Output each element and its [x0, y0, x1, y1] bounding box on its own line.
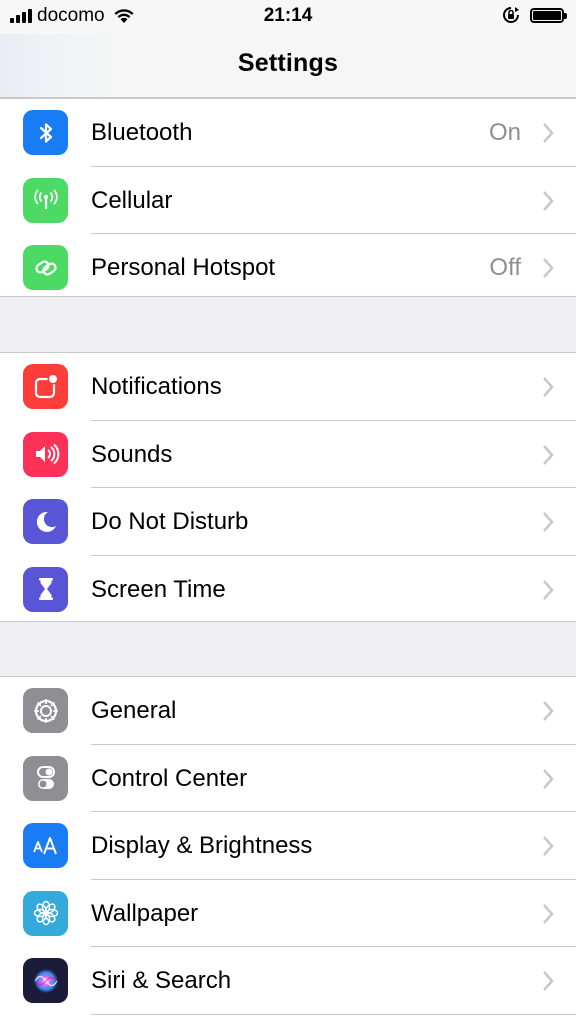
- settings-row-personal-hotspot[interactable]: Personal Hotspot Off: [0, 234, 576, 302]
- settings-group-connectivity: Bluetooth On Cellular Personal Hotspot O…: [0, 98, 576, 297]
- settings-row-label: Bluetooth: [91, 119, 193, 146]
- settings-row-do-not-disturb[interactable]: Do Not Disturb: [0, 488, 576, 556]
- settings-row-label: Control Center: [91, 764, 248, 792]
- settings-row-label: Notifications: [91, 373, 222, 400]
- row-separator: [91, 1013, 576, 1015]
- settings-row-label: General: [91, 697, 177, 724]
- settings-row-label: Sounds: [91, 440, 173, 468]
- chevron-right-icon: [543, 377, 554, 397]
- settings-row-label: Cellular: [91, 186, 173, 214]
- moon-icon: [23, 499, 68, 544]
- settings-row-label: Do Not Disturb: [91, 508, 249, 535]
- bluetooth-icon: [23, 110, 68, 155]
- settings-screen: docomo 21:14 Settings Bluetooth On Cellu…: [0, 0, 576, 1024]
- page-title: Settings: [237, 49, 339, 77]
- hourglass-icon: [23, 566, 68, 612]
- battery-icon: [530, 7, 567, 23]
- settings-group-general: General Control Center Display & Brightn…: [0, 676, 576, 1024]
- status-bar: docomo 21:14: [0, 0, 576, 34]
- chevron-right-icon: [543, 123, 554, 143]
- siri-icon: [23, 958, 68, 1003]
- settings-row-screen-time[interactable]: Screen Time: [0, 556, 576, 624]
- speaker-icon: [23, 431, 68, 477]
- text-size-icon: [23, 823, 68, 868]
- chevron-right-icon: [543, 701, 554, 721]
- chevron-right-icon: [543, 579, 554, 600]
- settings-row-cellular[interactable]: Cellular: [0, 167, 576, 234]
- link-chain-icon: [23, 245, 68, 290]
- settings-row-value: On: [488, 119, 521, 146]
- settings-row-bluetooth[interactable]: Bluetooth On: [0, 99, 576, 167]
- settings-row-label: Screen Time: [91, 575, 226, 603]
- settings-row-label: Siri & Search: [91, 967, 232, 994]
- toggles-icon: [23, 755, 68, 801]
- chevron-right-icon: [543, 903, 554, 924]
- chevron-right-icon: [543, 512, 554, 532]
- settings-row-wallpaper[interactable]: Wallpaper: [0, 880, 576, 947]
- status-right: [502, 6, 567, 24]
- chevron-right-icon: [543, 190, 554, 211]
- chevron-right-icon: [543, 444, 554, 465]
- flower-icon: [23, 890, 68, 936]
- antenna-icon: [23, 177, 68, 223]
- status-time: 21:14: [263, 5, 313, 26]
- chevron-right-icon: [543, 836, 554, 856]
- settings-group-notifications: Notifications Sounds Do Not Disturb Scre…: [0, 352, 576, 622]
- notification-badge-icon: [23, 364, 68, 409]
- settings-row-label: Display & Brightness: [91, 832, 313, 859]
- settings-row-value: Off: [489, 254, 521, 281]
- settings-row-siri-search[interactable]: Siri & Search: [0, 947, 576, 1015]
- gear-icon: [23, 688, 68, 733]
- settings-row-label: Personal Hotspot: [91, 254, 276, 281]
- chevron-right-icon: [543, 971, 554, 991]
- settings-row-notifications[interactable]: Notifications: [0, 353, 576, 421]
- settings-row-sounds[interactable]: Sounds: [0, 421, 576, 488]
- chevron-right-icon: [543, 768, 554, 789]
- navigation-bar: Settings: [0, 34, 576, 98]
- chevron-right-icon: [543, 258, 554, 278]
- settings-row-general[interactable]: General: [0, 677, 576, 745]
- settings-row-control-center[interactable]: Control Center: [0, 745, 576, 812]
- settings-row-label: Wallpaper: [91, 899, 199, 927]
- settings-row-display-brightness[interactable]: Display & Brightness: [0, 812, 576, 880]
- rotation-lock-icon: [503, 7, 519, 23]
